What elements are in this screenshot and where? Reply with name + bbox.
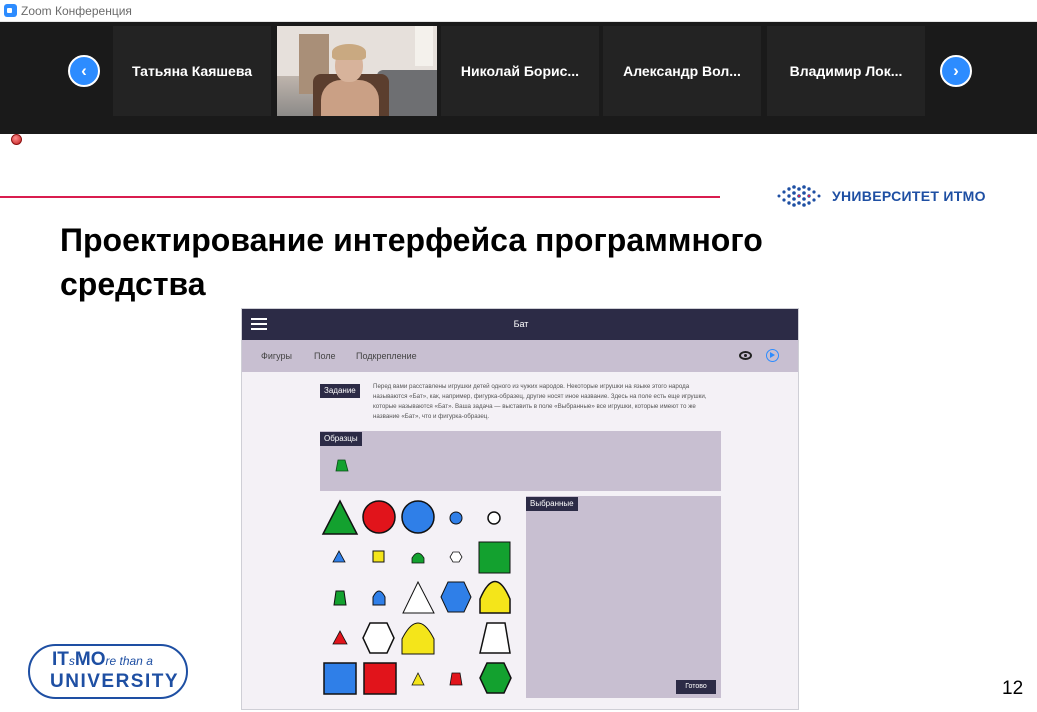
figure-trapezoid-white[interactable] <box>479 622 511 654</box>
slide-title: Проектирование интерфейса программного с… <box>60 222 763 302</box>
badge-it: IT <box>52 649 69 670</box>
figure-trapezoid-red-small[interactable] <box>449 672 463 686</box>
figure-square-red[interactable] <box>363 662 397 695</box>
participant-tile[interactable]: Николай Борис... <box>441 26 599 116</box>
figure-arch-green-small[interactable] <box>411 552 425 564</box>
figure-square-blue[interactable] <box>323 662 357 695</box>
figure-circle-white-small[interactable] <box>487 511 501 525</box>
figure-circle-blue[interactable] <box>401 500 435 534</box>
figure-hexagon-white-small[interactable] <box>449 551 463 563</box>
badge-university: UNIVERSITY <box>50 671 180 692</box>
itmo-dots-icon <box>777 185 821 207</box>
badge-mo: MO <box>74 649 106 670</box>
participant-tile[interactable]: Александр Вол... <box>603 26 761 116</box>
participant-strip: ‹ Татьяна Каяшева Николай Борис... Алекс… <box>0 22 1037 134</box>
window-titlebar: Zoom Конференция <box>0 0 1037 22</box>
figure-trapezoid-green[interactable] <box>333 590 347 606</box>
app-window: Бат Фигуры Поле Подкрепление Задание Пер… <box>241 308 799 710</box>
participant-name: Александр Вол... <box>623 63 741 79</box>
zoom-window: Zoom Конференция ‹ Татьяна Каяшева Никол… <box>0 0 1037 712</box>
figure-square-green[interactable] <box>478 541 511 574</box>
window-title: Zoom Конференция <box>21 3 132 18</box>
figure-hexagon-green[interactable] <box>479 662 512 694</box>
chevron-left-icon: ‹ <box>81 61 87 80</box>
figure-triangle-yellow-small[interactable] <box>411 672 425 686</box>
figure-square-yellow-small[interactable] <box>372 550 385 563</box>
participant-name: Татьяна Каяшева <box>131 63 253 79</box>
next-participants-button[interactable]: › <box>940 55 972 87</box>
itmo-university-badge: ITsMOre than a UNIVERSITY <box>28 644 188 699</box>
figure-arch-yellow[interactable] <box>479 580 511 614</box>
figure-circle-blue-small[interactable] <box>449 511 463 525</box>
prev-participants-button[interactable]: ‹ <box>68 55 100 87</box>
shapes-field <box>321 459 512 695</box>
figure-hexagon-blue[interactable] <box>440 581 472 613</box>
figure-triangle-green[interactable] <box>321 499 359 535</box>
figure-hexagon-white[interactable] <box>362 622 395 654</box>
slide-page-number: 12 <box>1002 678 1024 699</box>
participant-tile[interactable]: Владимир Лок... <box>767 26 925 116</box>
recording-icon <box>11 134 22 145</box>
figure-triangle-white[interactable] <box>402 580 435 614</box>
figure-arch-blue[interactable] <box>372 590 386 606</box>
itmo-logo: УНИВЕРСИТЕТ ИТМО <box>776 184 986 208</box>
sample-figure[interactable] <box>335 459 349 472</box>
figure-circle-red[interactable] <box>362 500 396 534</box>
badge-tail: re than a <box>105 654 153 668</box>
zoom-app-icon <box>4 4 17 17</box>
itmo-brand-text: УНИВЕРСИТЕТ ИТМО <box>832 188 986 204</box>
slide-accent-line <box>0 196 720 198</box>
figure-triangle-red-small[interactable] <box>332 630 348 645</box>
figure-triangle-blue-small[interactable] <box>332 550 346 563</box>
participant-name: Николай Борис... <box>460 63 580 79</box>
figure-arch-yellow-2[interactable] <box>401 622 435 655</box>
participant-video[interactable] <box>277 26 437 116</box>
participant-name: Владимир Лок... <box>789 63 903 79</box>
participant-tile[interactable]: Татьяна Каяшева <box>113 26 271 116</box>
chevron-right-icon: › <box>953 61 959 80</box>
